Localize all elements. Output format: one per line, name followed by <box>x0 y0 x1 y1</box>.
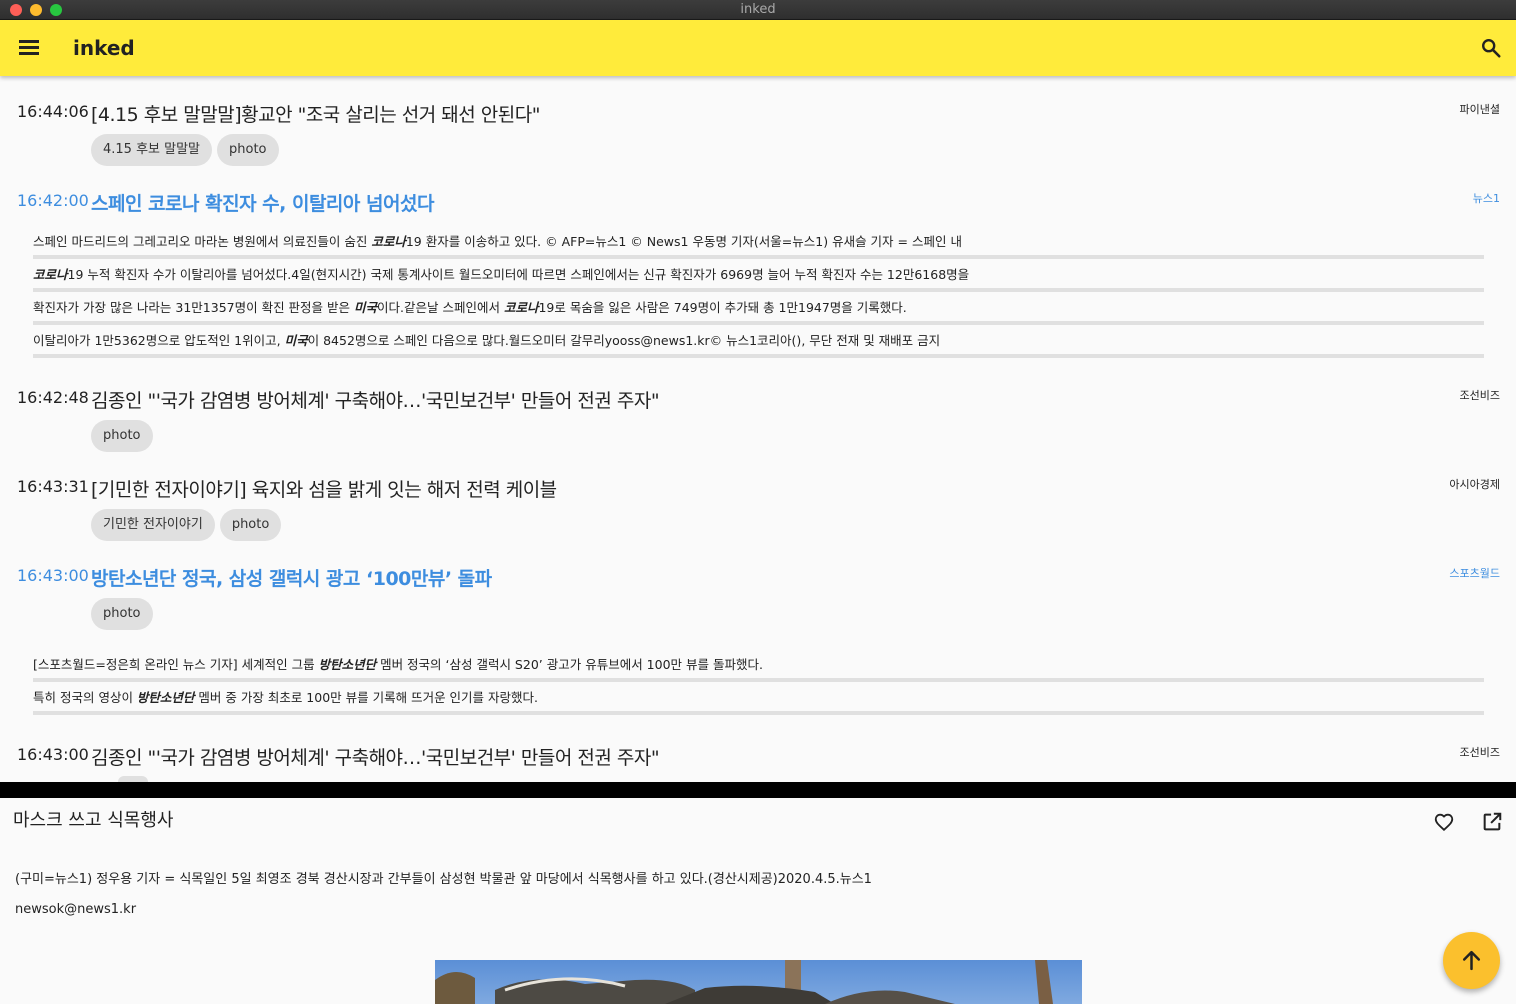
detail-email: newsok@news1.kr <box>15 902 137 917</box>
snippet-separator <box>33 288 1484 292</box>
item-headline[interactable]: 김종인 "'국가 감염병 방어체계' 구축해야…'국민보건부' 만들어 전권 주… <box>91 743 660 770</box>
item-snippet: [스포츠월드=정은희 온라인 뉴스 기자] 세계적인 그룹 방탄소년단 멤버 정… <box>33 657 763 672</box>
tag-chip[interactable]: photo <box>91 420 153 452</box>
window-titlebar: inked <box>0 0 1516 20</box>
item-time: 16:43:31 <box>17 477 89 496</box>
arrow-up-icon <box>1462 950 1481 971</box>
item-source: 파이낸셜 <box>1459 103 1500 116</box>
detail-body: (구미=뉴스1) 정우용 기자 = 식목일인 5일 최영조 경북 경산시장과 간… <box>15 872 872 887</box>
item-headline[interactable]: 김종인 "'국가 감염병 방어체계' 구축해야…'국민보건부' 만들어 전권 주… <box>91 386 660 413</box>
item-source: 아시아경제 <box>1449 478 1500 491</box>
item-headline[interactable]: [4.15 후보 말말말]황교안 "조국 살리는 선거 돼선 안된다" <box>91 100 541 127</box>
item-snippet: 확진자가 가장 많은 나라는 31만1357명이 확진 판정을 받은 미국이다.… <box>33 300 907 315</box>
item-headline[interactable]: [기민한 전자이야기] 육지와 섬을 밝게 잇는 해저 전력 케이블 <box>91 475 557 502</box>
item-source: 뉴스1 <box>1472 192 1500 205</box>
menu-icon[interactable] <box>19 40 39 55</box>
item-snippet: 이탈리아가 1만5362명으로 압도적인 1위이고, 미국이 8452명으로 스… <box>33 333 941 348</box>
tag-chip[interactable]: 4.15 후보 말말말 <box>91 134 213 166</box>
news-feed[interactable]: 16:44:06 [4.15 후보 말말말]황교안 "조국 살리는 선거 돼선 … <box>0 76 1516 782</box>
detail-title: 마스크 쓰고 식목행사 <box>13 810 174 831</box>
item-time: 16:44:06 <box>17 102 89 121</box>
app-title: inked <box>73 36 135 60</box>
item-time: 16:42:00 <box>17 191 89 210</box>
open-in-new-icon[interactable] <box>1481 811 1503 833</box>
snippet-separator <box>33 711 1484 715</box>
item-snippet: 특히 정국의 영상이 방탄소년단 멤버 중 가장 최초로 100만 뷰를 기록해… <box>33 690 539 705</box>
panel-divider[interactable] <box>0 782 1516 798</box>
tag-chip[interactable]: photo <box>217 134 279 166</box>
item-time: 16:43:00 <box>17 566 89 585</box>
search-icon[interactable] <box>1480 37 1502 59</box>
item-source: 조선비즈 <box>1459 746 1500 759</box>
item-source: 조선비즈 <box>1459 389 1500 402</box>
item-headline[interactable]: 방탄소년단 정국, 삼성 갤럭시 광고 ‘100만뷰’ 돌파 <box>91 564 492 591</box>
tag-chip[interactable]: photo <box>219 509 282 541</box>
item-source: 스포츠월드 <box>1449 567 1500 580</box>
article-photo <box>435 960 1082 1004</box>
item-snippet: 코로나19 누적 확진자 수가 이탈리아를 넘어섰다.4일(현지시간) 국제 통… <box>33 267 970 282</box>
item-time: 16:42:48 <box>17 388 89 407</box>
tag-chip[interactable]: photo <box>91 598 153 630</box>
item-time: 16:43:00 <box>17 745 89 764</box>
tag-chip[interactable]: 기민한 전자이야기 <box>91 509 215 541</box>
window-title: inked <box>740 2 776 17</box>
scroll-to-top-button[interactable] <box>1443 932 1500 989</box>
snippet-separator <box>33 354 1484 358</box>
app-bar: inked <box>0 20 1516 76</box>
article-detail: 마스크 쓰고 식목행사 (구미=뉴스1) 정우용 기자 = 식목일인 5일 최영… <box>0 798 1516 1004</box>
heart-icon[interactable] <box>1433 811 1455 833</box>
item-headline[interactable]: 스페인 코로나 확진자 수, 이탈리아 넘어섰다 <box>91 189 434 216</box>
snippet-separator <box>33 255 1484 259</box>
snippet-separator <box>33 678 1484 682</box>
snippet-separator <box>33 321 1484 325</box>
item-snippet: 스페인 마드리드의 그레고리오 마라논 병원에서 의료진들이 숨진 코로나19 … <box>33 234 962 249</box>
